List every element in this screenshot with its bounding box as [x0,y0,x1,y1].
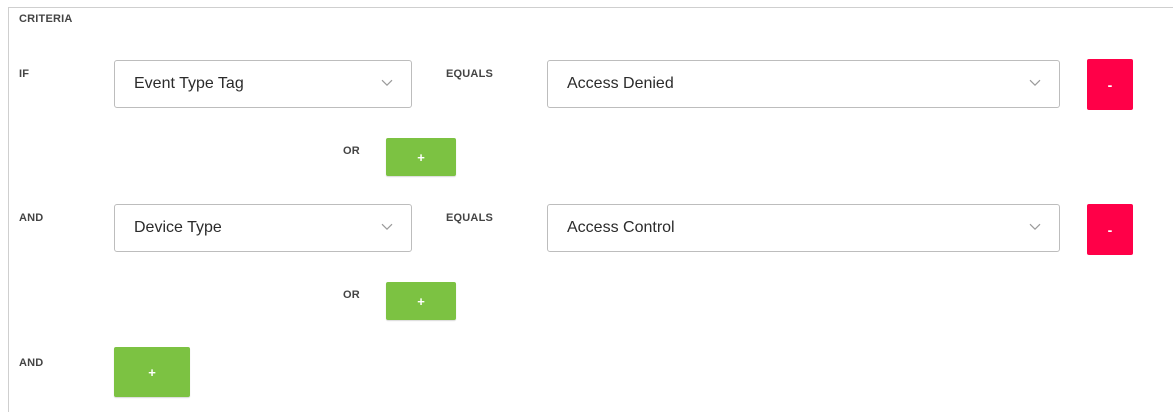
or-label: OR [343,289,360,301]
chevron-down-icon [1029,79,1041,87]
add-or-condition-button[interactable]: + [386,138,456,176]
chevron-down-icon [381,223,393,231]
chevron-down-icon [1029,223,1041,231]
field-select-value: Device Type [134,219,222,236]
value-select-value: Access Denied [567,75,674,92]
operator-label: EQUALS [446,212,494,224]
remove-criteria-button[interactable]: - [1087,204,1133,255]
remove-criteria-button[interactable]: - [1087,59,1133,110]
operator-label: EQUALS [446,68,494,80]
criteria-title: CRITERIA [19,13,73,25]
value-select-value: Access Control [567,219,675,236]
add-and-condition-button[interactable]: + [114,347,190,397]
and-label: AND [19,357,44,369]
value-select[interactable]: Access Control [547,204,1060,252]
row-connector-label: AND [19,212,44,224]
or-label: OR [343,145,360,157]
value-select[interactable]: Access Denied [547,60,1060,108]
add-or-condition-button[interactable]: + [386,282,456,320]
field-select[interactable]: Device Type [114,204,412,252]
field-select[interactable]: Event Type Tag [114,60,412,108]
field-select-value: Event Type Tag [134,75,244,92]
row-connector-label: IF [19,68,30,80]
chevron-down-icon [381,79,393,87]
